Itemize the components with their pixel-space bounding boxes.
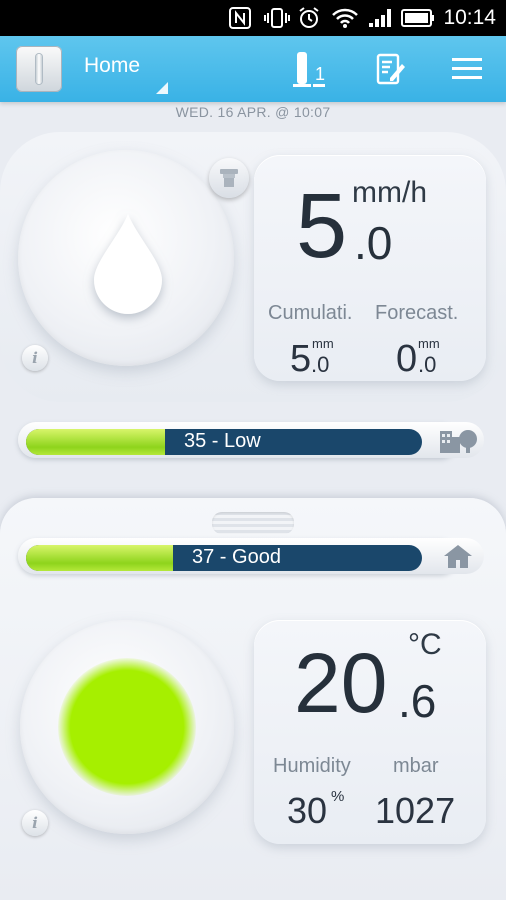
edit-notes-button[interactable] (374, 50, 408, 88)
station-title[interactable]: Home (84, 54, 140, 78)
rain-cumulative-label: Cumulati. (268, 302, 353, 324)
last-update-date: WED. 16 APR. @ 10:07 (175, 104, 331, 120)
menu-button[interactable] (450, 50, 484, 88)
indoor-status-indicator (58, 658, 196, 796)
notepad-edit-icon (376, 53, 405, 85)
clock: 10:14 (443, 6, 496, 29)
city-tree-icon (440, 430, 477, 453)
dropdown-caret-icon[interactable] (156, 82, 168, 94)
rain-cumulative-unit: mm (312, 336, 334, 351)
rain-forecast-unit: mm (418, 336, 440, 351)
temperature-decimal: .6 (398, 675, 437, 727)
module-icon: 1 (293, 52, 325, 87)
raindrop-icon (94, 214, 162, 314)
hamburger-menu-icon (452, 58, 482, 79)
rain-cumulative-value: 5 (290, 338, 312, 380)
indoor-status-disc[interactable] (20, 620, 234, 834)
indoor-quality-bar[interactable]: 37 - Good (18, 538, 458, 574)
status-bar: 10:14 (0, 0, 506, 36)
signal-icon (366, 7, 394, 29)
rain-forecast-value: 0 (396, 338, 418, 380)
temperature-unit: °C (408, 628, 442, 661)
outdoor-quality-bar[interactable]: 35 - Low (18, 422, 458, 458)
indoor-quality-text: 37 - Good (192, 546, 281, 568)
rain-rate-unit: mm/h (352, 176, 427, 209)
station-badge: 1 (315, 64, 325, 84)
rain-rate-value: 5 (296, 175, 348, 277)
humidity-unit: % (331, 788, 345, 805)
alarm-icon (296, 7, 322, 29)
humidity-value: 30 (287, 790, 328, 831)
rain-rate-decimal: .0 (354, 217, 393, 269)
rain-info-icon[interactable]: i (22, 345, 48, 371)
outdoor-quality-fill (26, 429, 165, 455)
humidity-label: Humidity (273, 755, 351, 777)
indoor-quality-fill (26, 545, 173, 571)
station-module-button[interactable]: 1 (292, 50, 328, 88)
rain-gauge-disc[interactable] (18, 150, 234, 366)
rain-forecast-decimal: .0 (418, 352, 437, 377)
pressure-label: mbar (393, 755, 439, 777)
nfc-icon (228, 7, 252, 29)
outdoor-quality-text: 35 - Low (184, 430, 261, 452)
wifi-icon (330, 7, 360, 29)
pressure-value: 1027 (375, 790, 456, 831)
vibrate-icon (262, 7, 292, 29)
rain-forecast-label: Forecast. (375, 302, 459, 324)
rain-gauge-module-icon[interactable] (209, 158, 249, 198)
indoor-info-icon[interactable]: i (22, 810, 48, 836)
drag-handle[interactable] (212, 512, 294, 534)
temperature-value: 20 (294, 636, 388, 730)
battery-icon (400, 7, 436, 29)
rain-cumulative-decimal: .0 (311, 352, 330, 377)
outdoor-quality-button[interactable] (432, 422, 484, 458)
app-bar: Home 1 (0, 36, 506, 102)
house-icon (444, 545, 472, 568)
indoor-quality-button[interactable] (432, 538, 484, 574)
app-logo[interactable] (16, 46, 62, 92)
